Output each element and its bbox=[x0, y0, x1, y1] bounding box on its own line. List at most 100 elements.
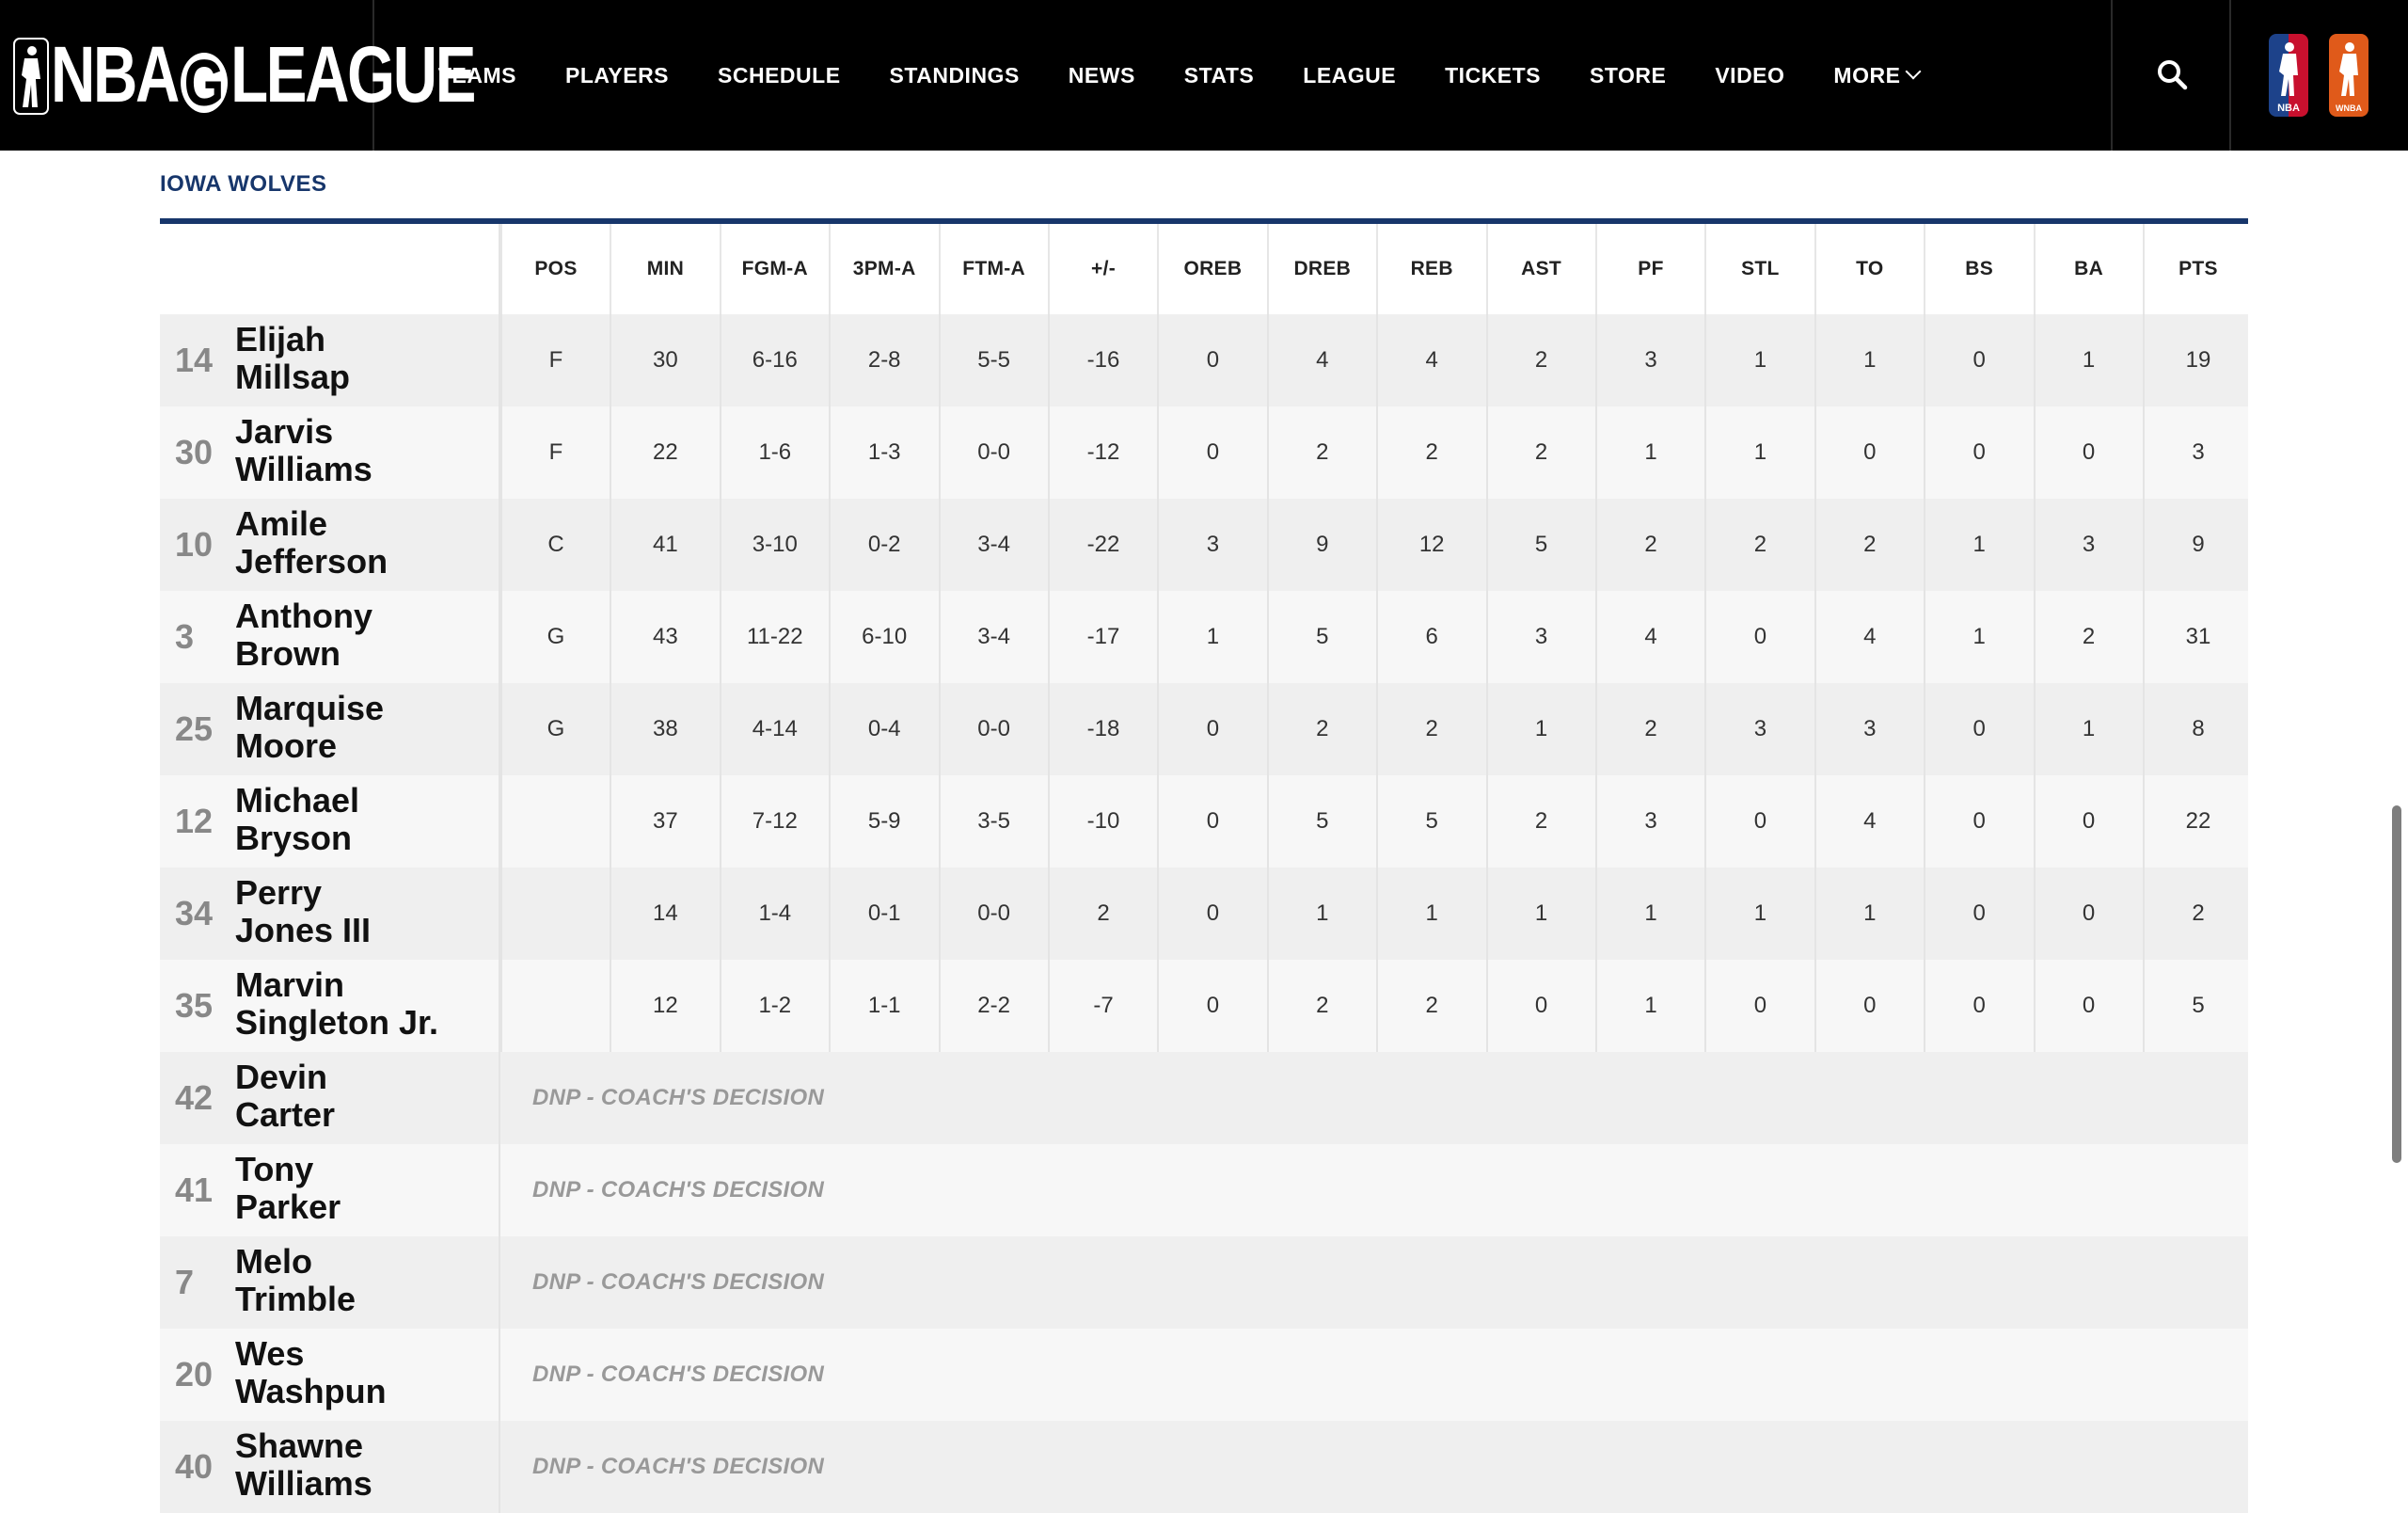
stat-cell: 0 bbox=[1157, 406, 1266, 499]
stat-cell: -22 bbox=[1048, 499, 1157, 591]
name-column-divider bbox=[499, 1144, 500, 1236]
stat-cell: 0 bbox=[2033, 868, 2143, 960]
player-name-link[interactable]: Devin Carter bbox=[235, 1059, 499, 1134]
jersey-number: 12 bbox=[175, 802, 214, 840]
stat-cell: -18 bbox=[1048, 683, 1157, 775]
player-name-link[interactable]: Jarvis Williams bbox=[235, 413, 499, 488]
column-header: FTM-A bbox=[938, 224, 1048, 314]
stat-cell: 0 bbox=[1924, 683, 2033, 775]
stat-cell: 0 bbox=[1814, 406, 1924, 499]
column-header: DREB bbox=[1266, 224, 1376, 314]
stat-cell: 41 bbox=[610, 499, 719, 591]
stat-cell: 1 bbox=[1485, 683, 1595, 775]
nav-label: VIDEO bbox=[1715, 62, 1785, 88]
search-button[interactable] bbox=[2113, 0, 2229, 151]
player-first-name: Marquise bbox=[235, 689, 385, 727]
stat-cell: -16 bbox=[1048, 314, 1157, 406]
scrollbar-thumb[interactable] bbox=[2392, 805, 2401, 1163]
dnp-status: DNP - COACH'S DECISION bbox=[532, 1269, 825, 1295]
column-header: AST bbox=[1485, 224, 1595, 314]
stat-cell: 1 bbox=[1704, 868, 1814, 960]
stat-cell: 2 bbox=[1595, 499, 1704, 591]
nav-players[interactable]: PLAYERS bbox=[565, 63, 669, 88]
jersey-number: 41 bbox=[175, 1171, 214, 1209]
stat-cell: 0 bbox=[2033, 406, 2143, 499]
nav-label: PLAYERS bbox=[565, 62, 670, 88]
nav-store[interactable]: STORE bbox=[1590, 63, 1666, 88]
nav-news[interactable]: NEWS bbox=[1069, 63, 1135, 88]
box-score-table: POS MIN FGM-A 3PM-A FTM-A +/- OREB DREB REB AST PF… bbox=[160, 224, 2248, 1513]
team-name: IOWA WOLVES bbox=[160, 171, 327, 197]
stat-cell: 5-9 bbox=[829, 775, 938, 868]
player-name-link[interactable]: Michael Bryson bbox=[235, 782, 499, 857]
nav-tickets[interactable]: TICKETS bbox=[1445, 63, 1541, 88]
stat-cell: 1 bbox=[1376, 868, 1485, 960]
stat-cell: 12 bbox=[610, 960, 719, 1052]
stat-cell: 31 bbox=[2143, 591, 2252, 683]
stat-cell: 3-4 bbox=[938, 499, 1048, 591]
player-last-name: Washpun bbox=[235, 1372, 387, 1410]
nav-teams[interactable]: TEAMS bbox=[438, 63, 516, 88]
nav-schedule[interactable]: SCHEDULE bbox=[718, 63, 841, 88]
nav-standings[interactable]: STANDINGS bbox=[890, 63, 1020, 88]
column-header: STL bbox=[1704, 224, 1814, 314]
logo-player-silhouette-icon bbox=[13, 38, 49, 115]
player-first-name: Devin bbox=[235, 1058, 328, 1096]
wnba-logo-link[interactable]: WNBA bbox=[2329, 34, 2368, 117]
nav-label: STANDINGS bbox=[889, 62, 1020, 88]
stat-cell: 4 bbox=[1376, 314, 1485, 406]
stat-cell: 2 bbox=[1266, 960, 1376, 1052]
stat-cell: F bbox=[500, 314, 610, 406]
player-name-link[interactable]: Wes Washpun bbox=[235, 1335, 499, 1410]
stat-cell: 8 bbox=[2143, 683, 2252, 775]
stat-cell: 5 bbox=[1485, 499, 1595, 591]
nba-g-league-logo[interactable]: NBAGLEAGUE bbox=[0, 0, 476, 151]
stat-cell: 6-10 bbox=[829, 591, 938, 683]
stat-cell: 3 bbox=[1595, 314, 1704, 406]
stat-cell: 30 bbox=[610, 314, 719, 406]
stat-cell: 0 bbox=[1157, 683, 1266, 775]
table-row: 42 Devin Carter DNP - COACH'S DECISION bbox=[160, 1052, 2248, 1144]
player-name-link[interactable]: Melo Trimble bbox=[235, 1243, 499, 1318]
nav-league[interactable]: LEAGUE bbox=[1303, 63, 1396, 88]
nba-logo-link[interactable]: NBA bbox=[2269, 34, 2308, 117]
stat-cell: 2 bbox=[1376, 683, 1485, 775]
stat-cell: 1 bbox=[1595, 960, 1704, 1052]
player-name-link[interactable]: Amile Jefferson bbox=[235, 505, 499, 581]
player-first-name: Elijah bbox=[235, 320, 326, 358]
stat-cell: 0 bbox=[1485, 960, 1595, 1052]
table-row: 3 Anthony Brown G 43 11-22 6-10 3-4 -17 1 5 6 3 4 0 4 1 2… bbox=[160, 591, 2248, 683]
player-last-name: Williams bbox=[235, 1464, 372, 1503]
stat-cell: 0-1 bbox=[829, 868, 938, 960]
nav-video[interactable]: VIDEO bbox=[1715, 63, 1784, 88]
player-name-link[interactable]: Marquise Moore bbox=[235, 690, 499, 765]
stat-cell: 0 bbox=[1157, 314, 1266, 406]
jersey-number: 10 bbox=[175, 525, 214, 564]
stat-cell: 2 bbox=[1485, 775, 1595, 868]
stat-cell: 1 bbox=[1595, 868, 1704, 960]
nav-stats[interactable]: STATS bbox=[1184, 63, 1254, 88]
stat-cell: 0 bbox=[1924, 960, 2033, 1052]
player-name-link[interactable]: Anthony Brown bbox=[235, 597, 499, 673]
jersey-number: 42 bbox=[175, 1078, 214, 1117]
stat-cell: 1 bbox=[1595, 406, 1704, 499]
nav-label: LEAGUE bbox=[1303, 62, 1397, 88]
player-name-link[interactable]: Elijah Millsap bbox=[235, 321, 499, 396]
player-last-name: Moore bbox=[235, 726, 337, 765]
player-name-link[interactable]: Marvin Singleton Jr. bbox=[235, 966, 499, 1042]
stat-cell: 6-16 bbox=[719, 314, 829, 406]
table-row: 14 Elijah Millsap F 30 6-16 2-8 5-5 -16 0 4 4 2 3 1 1 0 1… bbox=[160, 314, 2248, 406]
player-name-link[interactable]: Perry Jones III bbox=[235, 874, 499, 949]
nav-more[interactable]: MORE bbox=[1833, 63, 1922, 88]
chevron-down-icon bbox=[1905, 63, 1922, 80]
stat-cell bbox=[500, 775, 610, 868]
stat-cell: 3-4 bbox=[938, 591, 1048, 683]
player-last-name: Williams bbox=[235, 450, 372, 488]
player-name-link[interactable]: Tony Parker bbox=[235, 1151, 499, 1226]
nav-label: NEWS bbox=[1068, 62, 1135, 88]
column-header: 3PM-A bbox=[829, 224, 938, 314]
jersey-number: 34 bbox=[175, 894, 214, 932]
stat-cell: 0-0 bbox=[938, 868, 1048, 960]
player-name-link[interactable]: Shawne Williams bbox=[235, 1427, 499, 1503]
stat-cell: 9 bbox=[2143, 499, 2252, 591]
